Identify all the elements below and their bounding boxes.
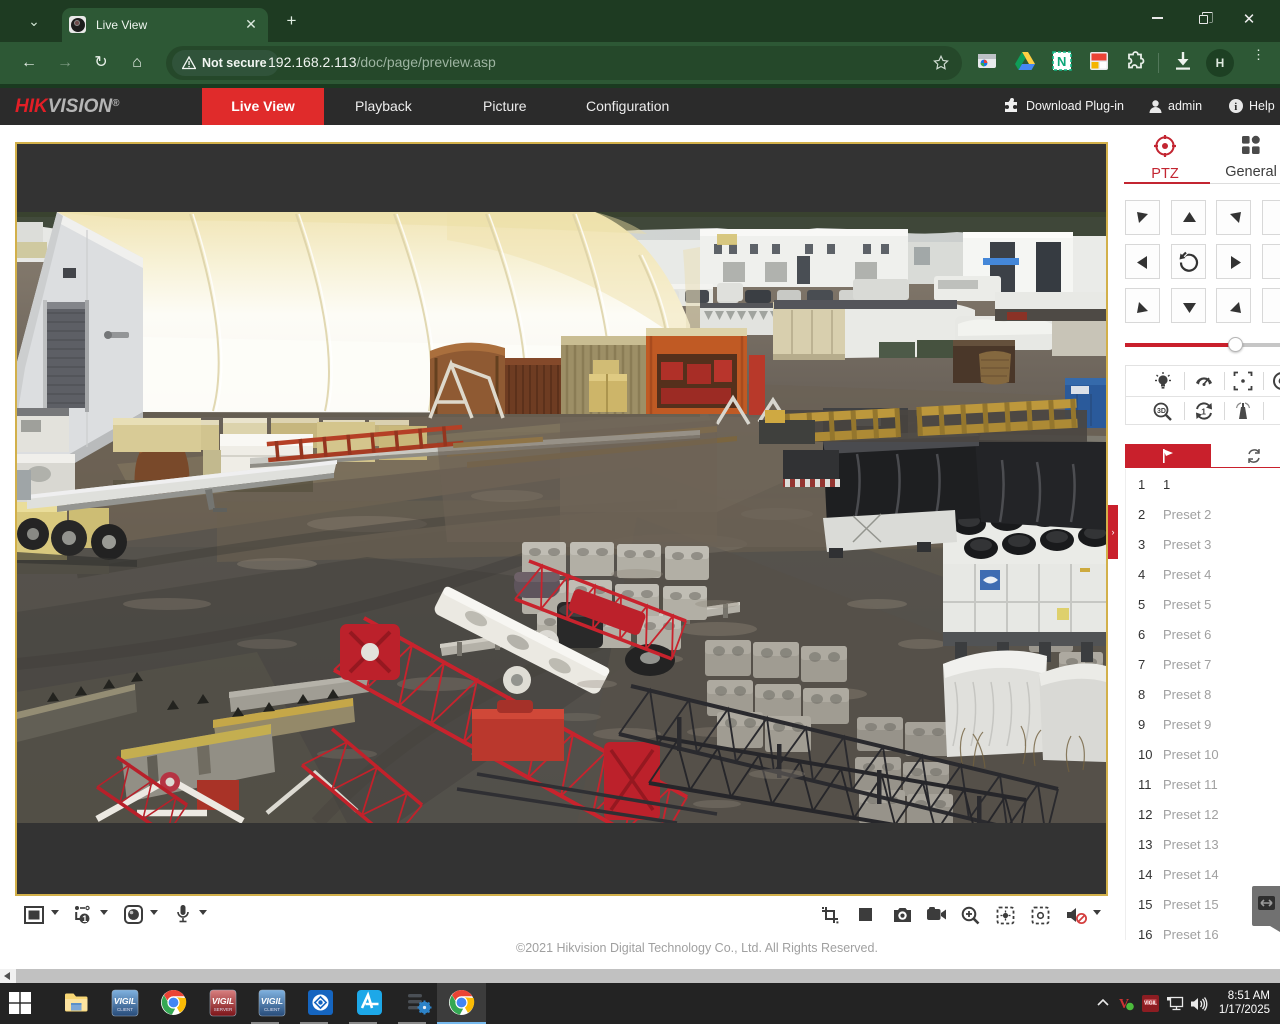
svg-text:i: i <box>1234 101 1237 113</box>
svg-text:N: N <box>1057 54 1066 69</box>
svg-text:1: 1 <box>1201 407 1206 417</box>
svg-text:VIGIL: VIGIL <box>1144 1001 1157 1007</box>
svg-text:1: 1 <box>82 914 87 924</box>
svg-text:3D: 3D <box>1157 408 1166 415</box>
